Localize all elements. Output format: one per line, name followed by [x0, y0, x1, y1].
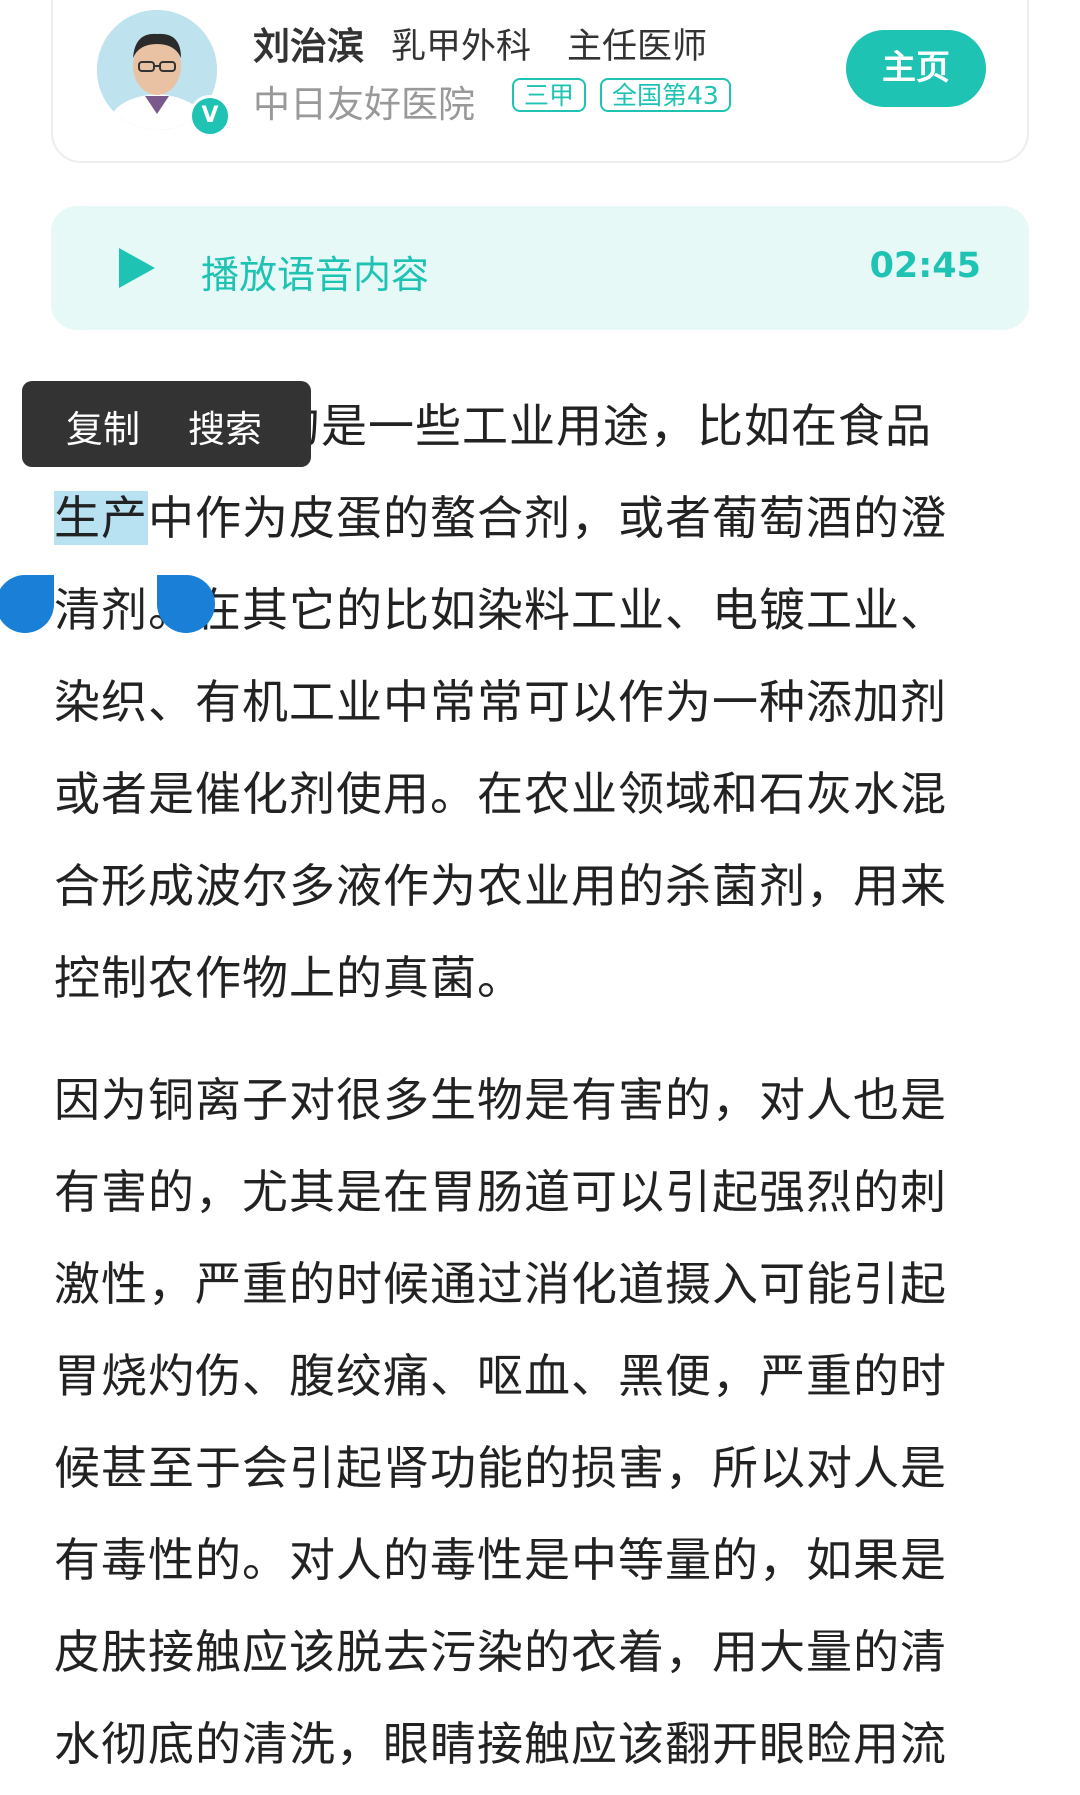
hospital-name: 中日友好医院	[253, 83, 475, 126]
text-line: 生产中作为皮蛋的螯合剂，或者葡萄酒的澄	[54, 491, 947, 545]
doctor-department: 乳甲外科	[391, 27, 532, 67]
text-line: 或者是催化剂使用。在农业领域和石灰水混	[54, 767, 947, 821]
search-menu-item[interactable]: 搜索	[188, 399, 262, 453]
text-line: 胃烧灼伤、腹绞痛、呕血、黑便，严重的时	[54, 1349, 947, 1403]
doctor-card[interactable]: V 刘治滨 乳甲外科 主任医师 中日友好医院 三甲 全国第43 主页	[51, 0, 1029, 163]
audio-duration: 02:45	[869, 246, 981, 286]
paragraph-2: 因为铜离子对很多生物是有害的，对人也是 有害的，尤其是在胃肠道可以引起强烈的刺 …	[54, 1054, 1034, 1790]
text-line: 有毒性的。对人的毒性是中等量的，如果是	[54, 1533, 947, 1587]
selection-end-handle[interactable]	[157, 575, 215, 633]
audio-label[interactable]: 播放语音内容	[201, 244, 429, 299]
text-context-menu: 复制 搜索	[22, 381, 311, 467]
text-line: 皮肤接触应该脱去污染的衣着，用大量的清	[54, 1625, 947, 1679]
copy-menu-item[interactable]: 复制	[66, 399, 140, 453]
hospital-grade-tag: 三甲	[512, 78, 587, 112]
text-line: 控制农作物上的真菌。	[54, 951, 524, 1005]
text-line: 水彻底的清洗，眼睛接触应该翻开眼睑用流	[54, 1717, 947, 1771]
play-icon[interactable]	[117, 246, 157, 290]
text-line: 有害的，尤其是在胃肠道可以引起强烈的刺	[54, 1165, 947, 1219]
selection-start-handle[interactable]	[0, 575, 54, 633]
home-button[interactable]: 主页	[846, 30, 986, 107]
audio-player[interactable]: 播放语音内容 02:45	[51, 206, 1029, 330]
text-line: 染织、有机工业中常常可以作为一种添加剂	[54, 675, 947, 729]
text-line: 因为铜离子对很多生物是有害的，对人也是	[54, 1073, 947, 1127]
text-line: 候甚至于会引起肾功能的损害，所以对人是	[54, 1441, 947, 1495]
doctor-name: 刘治滨	[253, 25, 364, 68]
text-line: 合形成波尔多液作为农业用的杀菌剂，用来	[54, 859, 947, 913]
text-line: 激性，严重的时候通过消化道摄入可能引起	[54, 1257, 947, 1311]
paragraph-1: 的是一些工业用途，比如在食品 生产中作为皮蛋的螯合剂，或者葡萄酒的澄 清剂。在其…	[54, 380, 1034, 1024]
verified-badge-icon: V	[189, 95, 231, 137]
hospital-rank-tag: 全国第43	[600, 78, 731, 112]
selected-text[interactable]: 生产	[54, 491, 148, 545]
doctor-title: 主任医师	[567, 27, 708, 67]
